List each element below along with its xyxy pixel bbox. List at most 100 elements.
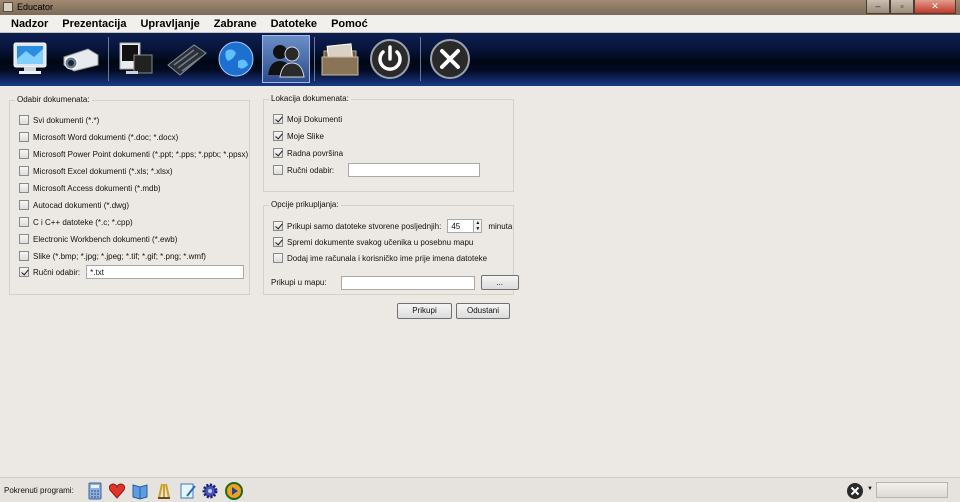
- option-save-per-student[interactable]: Spremi dokumente svakog učenika u posebn…: [273, 237, 473, 247]
- browse-button[interactable]: ...: [480, 275, 519, 290]
- minutes-unit: minuta: [488, 221, 513, 231]
- running-programs-label: Pokrenuti programi:: [4, 486, 74, 495]
- menu-prezentacija[interactable]: Prezentacija: [62, 18, 126, 30]
- menu-pomoc[interactable]: Pomoć: [331, 18, 368, 30]
- menu-datoteke[interactable]: Datoteke: [271, 18, 317, 30]
- users-icon: [268, 45, 305, 78]
- option-label: Microsoft Access dokumenti (*.mdb): [33, 183, 161, 193]
- spin-down-icon[interactable]: ▼: [475, 226, 480, 232]
- app-icon: [3, 2, 13, 12]
- location-manual-input[interactable]: [348, 163, 481, 177]
- paint-icon[interactable]: [155, 482, 173, 500]
- checkbox[interactable]: [19, 149, 29, 159]
- option-label: Ručni odabir:: [33, 267, 81, 277]
- collect-button[interactable]: Prikupi: [397, 303, 452, 319]
- option-label: Spremi dokumente svakog učenika u posebn…: [287, 237, 474, 247]
- checkbox[interactable]: [19, 217, 29, 227]
- option-label: Microsoft Power Point dokumenti (*.ppt; …: [33, 149, 249, 159]
- notepad-icon[interactable]: [179, 482, 197, 500]
- media-player-icon[interactable]: [225, 482, 243, 500]
- heart-icon[interactable]: [108, 482, 126, 500]
- power-tool[interactable]: [366, 35, 414, 83]
- close-window-button[interactable]: ✕: [914, 0, 956, 14]
- window-title: Educator: [17, 2, 54, 12]
- documents-group: Odabir dokumenata: Svi dokumenti (*.*) M…: [9, 95, 250, 295]
- maximize-button[interactable]: ▫: [890, 0, 914, 14]
- keyboard-tool[interactable]: [162, 35, 210, 83]
- option-label: Ručni odabir:: [287, 165, 335, 175]
- chevron-down-icon[interactable]: ▼: [867, 486, 873, 492]
- close-icon[interactable]: [846, 482, 864, 500]
- option-label: Electronic Workbench dokumenti (*.ewb): [33, 234, 178, 244]
- window-controls: – ▫ ✕: [866, 0, 956, 15]
- screen-icon: [119, 42, 153, 74]
- checkbox[interactable]: [19, 115, 29, 125]
- files-icon: [321, 43, 359, 76]
- checkbox[interactable]: [273, 253, 283, 263]
- checkbox[interactable]: [19, 183, 29, 193]
- menu-nadzor[interactable]: Nadzor: [11, 18, 48, 30]
- toolbar-separator: [314, 37, 315, 81]
- location-manual[interactable]: Ručni odabir:: [273, 163, 481, 177]
- minutes-spinner[interactable]: ▲ ▼: [473, 219, 483, 233]
- projector-icon: [63, 48, 99, 72]
- options-group: Opcije prikupljanja: Prikupi samo datote…: [263, 200, 519, 295]
- toolbar-separator: [420, 37, 421, 81]
- doc-option-access[interactable]: Microsoft Access dokumenti (*.mdb): [19, 183, 161, 193]
- location-desktop[interactable]: Radna površina: [273, 148, 343, 158]
- minimize-button[interactable]: –: [866, 0, 890, 14]
- checkbox[interactable]: [273, 148, 283, 158]
- close-icon: [430, 39, 470, 79]
- minutes-input[interactable]: 45: [447, 219, 474, 233]
- option-prefix-names[interactable]: Dodaj ime računala i korisničko ime prij…: [273, 253, 487, 263]
- option-label: Autocad dokumenti (*.dwg): [33, 200, 130, 210]
- monitor-tool[interactable]: [6, 35, 54, 83]
- book-icon[interactable]: [131, 482, 149, 500]
- doc-option-all[interactable]: Svi dokumenti (*.*): [19, 115, 99, 125]
- spin-up-icon[interactable]: ▲: [475, 220, 480, 226]
- screen-tool[interactable]: [112, 35, 160, 83]
- doc-option-ewb[interactable]: Electronic Workbench dokumenti (*.ewb): [19, 234, 177, 244]
- checkbox[interactable]: [19, 166, 29, 176]
- users-tool[interactable]: [262, 35, 310, 83]
- doc-option-manual[interactable]: Ručni odabir: *.txt: [19, 265, 245, 279]
- menu-zabrane[interactable]: Zabrane: [214, 18, 257, 30]
- files-tool[interactable]: [316, 35, 364, 83]
- checkbox[interactable]: [19, 251, 29, 261]
- menu-upravljanje[interactable]: Upravljanje: [140, 18, 199, 30]
- checkbox[interactable]: [273, 221, 283, 231]
- exit-tool[interactable]: [426, 35, 474, 83]
- keyboard-icon: [167, 44, 207, 76]
- checkbox[interactable]: [273, 165, 283, 175]
- manual-pattern-input[interactable]: *.txt: [86, 265, 245, 279]
- location-group: Lokacija dokumenata: Moji Dokumenti Moje…: [263, 94, 514, 192]
- checkbox[interactable]: [19, 200, 29, 210]
- checkbox[interactable]: [273, 131, 283, 141]
- doc-option-c-cpp[interactable]: C i C++ datoteke (*.c; *.cpp): [19, 217, 133, 227]
- doc-option-powerpoint[interactable]: Microsoft Power Point dokumenti (*.ppt; …: [19, 149, 248, 159]
- doc-option-images[interactable]: Slike (*.bmp; *.jpg; *.jpeg; *.tif; *.gi…: [19, 251, 206, 261]
- location-my-pictures[interactable]: Moje Slike: [273, 131, 324, 141]
- projector-tool[interactable]: [56, 35, 104, 83]
- cancel-button[interactable]: Odustani: [456, 303, 510, 319]
- location-my-documents[interactable]: Moji Dokumenti: [273, 114, 342, 124]
- doc-option-word[interactable]: Microsoft Word dokumenti (*.doc; *.docx): [19, 132, 178, 142]
- folder-label: Prikupi u mapu:: [271, 278, 327, 287]
- option-label: Moji Dokumenti: [287, 114, 343, 124]
- option-label: Microsoft Excel dokumenti (*.xls; *.xlsx…: [33, 166, 173, 176]
- checkbox[interactable]: [273, 114, 283, 124]
- doc-option-excel[interactable]: Microsoft Excel dokumenti (*.xls; *.xlsx…: [19, 166, 173, 176]
- gear-icon[interactable]: [201, 482, 219, 500]
- calculator-icon[interactable]: [86, 482, 104, 500]
- doc-option-autocad[interactable]: Autocad dokumenti (*.dwg): [19, 200, 129, 210]
- options-legend: Opcije prikupljanja:: [269, 200, 341, 209]
- checkbox[interactable]: [19, 267, 29, 277]
- checkbox[interactable]: [273, 237, 283, 247]
- folder-input[interactable]: [340, 275, 475, 290]
- checkbox[interactable]: [19, 234, 29, 244]
- globe-tool[interactable]: [212, 35, 260, 83]
- option-collect-recent[interactable]: Prikupi samo datoteke stvorene posljednj…: [273, 219, 512, 233]
- toolbar-separator: [108, 37, 109, 81]
- checkbox[interactable]: [19, 132, 29, 142]
- option-label: Moje Slike: [287, 131, 324, 141]
